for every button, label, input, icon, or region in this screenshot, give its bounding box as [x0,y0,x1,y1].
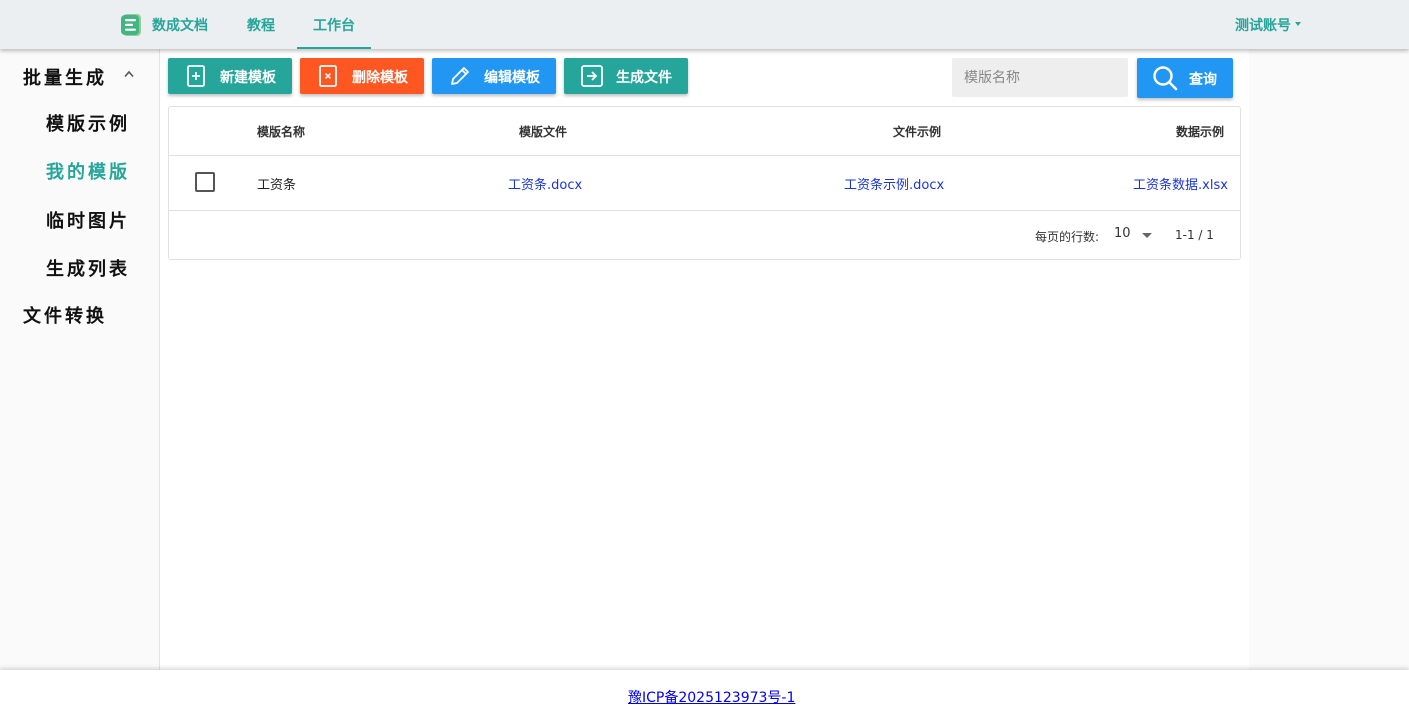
delete-file-icon [319,65,337,87]
pagination-range: 1-1 / 1 [1175,228,1214,242]
generate-file-label: 生成文件 [616,70,672,86]
column-header-template-name[interactable]: 模版名称 [257,123,305,140]
sidebar: 批量生成 模版示例 我的模版 临时图片 生成列表 文件转换 [0,49,160,670]
sidebar-group-file-convert[interactable]: 文件转换 [23,302,107,328]
nav-tab-tutorial[interactable]: 教程 [247,15,275,49]
main-content: 新建模板 删除模板 编辑模板 生成文件 查询 模版名称 [160,49,1249,670]
query-label: 查询 [1189,72,1217,88]
cell-template-name: 工资条 [257,178,297,193]
template-file-link[interactable]: 工资条.docx [508,174,582,193]
generate-file-button[interactable]: 生成文件 [564,58,688,94]
column-header-file-example[interactable]: 文件示例 [893,123,941,140]
icp-license-link[interactable]: 豫ICP备2025123973号-1 [628,687,795,707]
account-name: 测试账号 [1235,18,1291,34]
export-arrow-icon [581,65,603,87]
edit-template-button[interactable]: 编辑模板 [432,58,556,94]
delete-template-label: 删除模板 [352,70,408,86]
brand-name[interactable]: 数成文档 [152,15,208,35]
pencil-icon [451,67,469,85]
data-example-link[interactable]: 工资条数据.xlsx [1133,174,1228,193]
new-template-label: 新建模板 [220,70,276,86]
row-select-checkbox[interactable] [195,172,215,192]
account-menu[interactable]: 测试账号 [1235,15,1301,35]
delete-template-button[interactable]: 删除模板 [300,58,424,94]
sidebar-item-template-examples[interactable]: 模版示例 [46,110,130,136]
row-divider [169,210,1240,211]
chevron-up-icon[interactable] [124,69,134,79]
query-button[interactable]: 查询 [1137,58,1233,98]
footer: 豫ICP备2025123973号-1 [0,670,1409,721]
header-divider [169,155,1240,156]
sidebar-item-generated-list[interactable]: 生成列表 [46,255,130,281]
right-gutter [1249,49,1409,670]
nav-tab-workbench[interactable]: 工作台 [297,15,371,49]
dropdown-caret-icon [1142,233,1152,238]
search-icon [1153,66,1178,91]
sidebar-item-my-templates[interactable]: 我的模版 [46,158,130,184]
caret-down-icon [1295,22,1301,26]
template-name-search-input[interactable] [952,58,1128,97]
top-app-bar: 数成文档 教程 工作台 测试账号 [0,0,1409,49]
rows-per-page-value: 10 [1114,226,1131,241]
add-file-icon [187,65,205,87]
template-table: 模版名称 模版文件 文件示例 数据示例 工资条 工资条.docx 工资条示例.d… [168,106,1241,260]
nav-tab-workbench-label: 工作台 [313,18,355,34]
app-logo-icon[interactable] [121,13,143,37]
new-template-button[interactable]: 新建模板 [168,58,292,94]
edit-template-label: 编辑模板 [484,70,540,86]
column-header-template-file[interactable]: 模版文件 [519,123,567,140]
file-example-link[interactable]: 工资条示例.docx [844,174,944,193]
sidebar-item-temp-images[interactable]: 临时图片 [46,207,130,233]
sidebar-group-batch-generate[interactable]: 批量生成 [23,64,107,90]
rows-per-page-label: 每页的行数: [1035,230,1100,244]
column-header-data-example[interactable]: 数据示例 [1176,123,1224,140]
